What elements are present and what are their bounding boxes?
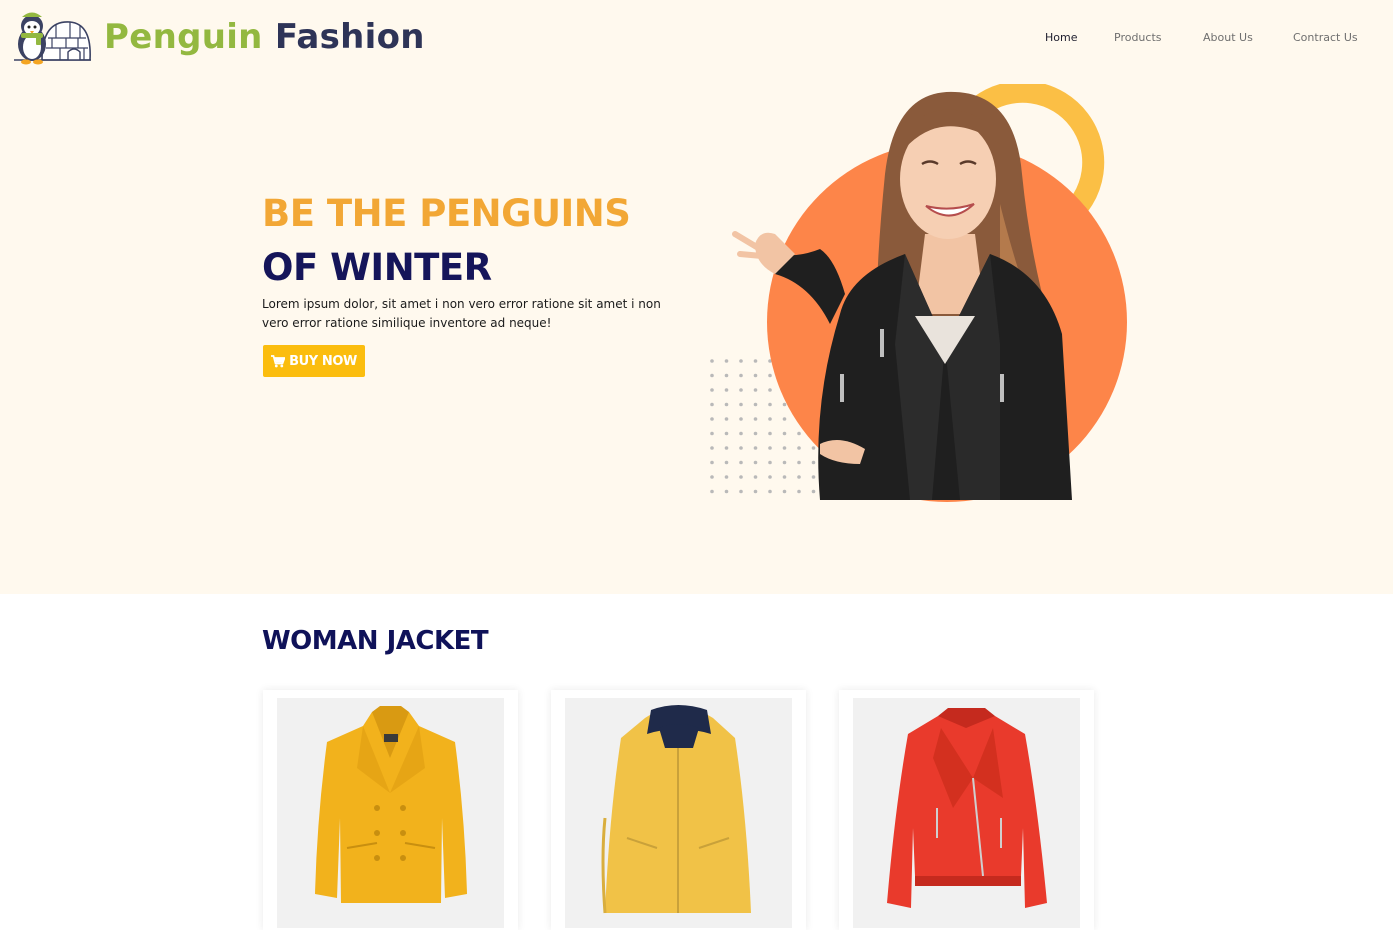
red-leather-biker-jacket-image <box>887 708 1047 908</box>
product-card[interactable] <box>839 690 1094 930</box>
product-image-red-biker-jacket[interactable] <box>853 698 1080 928</box>
nav-link-about-us[interactable]: About Us <box>1203 31 1253 44</box>
product-card[interactable] <box>263 690 518 930</box>
hero-headline-line1: BE THE PENGUINS <box>262 192 631 235</box>
nav-link-home[interactable]: Home <box>1045 31 1077 44</box>
section-title-woman-jacket: WOMAN JACKET <box>262 626 489 656</box>
main-nav: Home Products About Us Contract Us <box>0 31 1393 47</box>
buy-now-button[interactable]: BUY NOW <box>263 345 365 377</box>
product-image-mustard-peacoat[interactable] <box>277 698 504 928</box>
product-card[interactable] <box>551 690 806 930</box>
mustard-peacoat-jacket-image <box>315 706 467 903</box>
nav-link-products[interactable]: Products <box>1114 31 1162 44</box>
yellow-hooded-raincoat-image <box>601 705 751 914</box>
hero-headline-line2: OF WINTER <box>262 246 492 289</box>
cart-icon <box>271 354 286 367</box>
buy-now-label: BUY NOW <box>289 353 357 369</box>
hero-model-illustration <box>710 84 1127 502</box>
hero-section: Penguin Fashion Home Products About Us C… <box>0 0 1393 594</box>
hero-description: Lorem ipsum dolor, sit amet i non vero e… <box>262 297 661 330</box>
nav-link-contract-us[interactable]: Contract Us <box>1293 31 1358 44</box>
product-image-yellow-raincoat[interactable] <box>565 698 792 928</box>
